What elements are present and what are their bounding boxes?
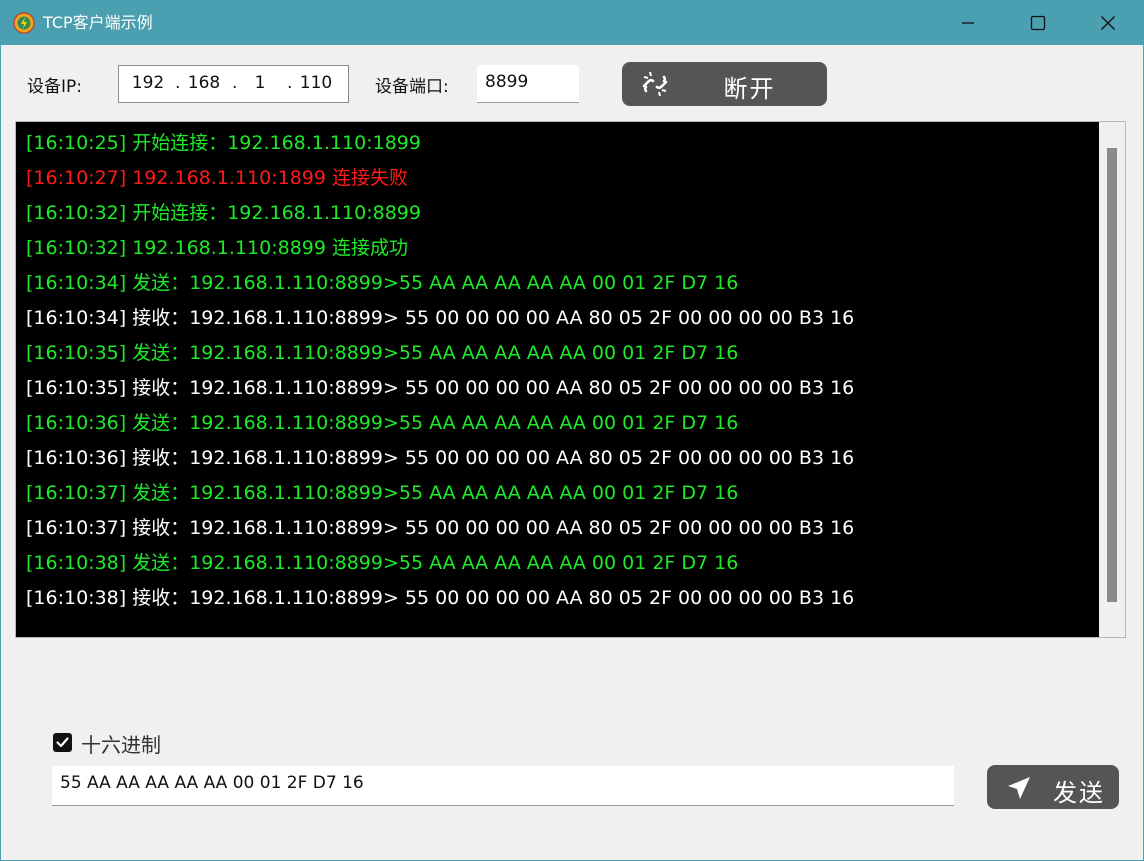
log-line: [16:10:27] 192.168.1.110:1899 连接失败 (26, 167, 408, 189)
send-button[interactable]: 发送 (987, 765, 1119, 809)
port-input[interactable]: 8899 (477, 65, 579, 103)
app-window: TCP客户端示例 设备IP: 192 . 168 . 1 . 110 设备端口:… (0, 0, 1144, 861)
ip-octet-1[interactable]: 192 (126, 73, 170, 93)
scrollbar-thumb[interactable] (1107, 148, 1117, 602)
log-line: [16:10:32] 192.168.1.110:8899 连接成功 (26, 237, 408, 259)
paper-plane-icon (1008, 777, 1030, 799)
disconnect-button[interactable]: 断开 (622, 62, 827, 106)
maximize-button[interactable] (1003, 1, 1073, 45)
window-title: TCP客户端示例 (43, 13, 153, 32)
log-line: [16:10:36] 接收：192.168.1.110:8899> 55 00 … (26, 447, 855, 469)
ip-separator: . (232, 73, 238, 93)
send-data-input[interactable]: 55 AA AA AA AA AA 00 01 2F D7 16 (52, 766, 954, 806)
log-line: [16:10:32] 开始连接：192.168.1.110:8899 (26, 202, 421, 224)
disconnect-label: 断开 (723, 75, 776, 103)
log-line: [16:10:36] 发送：192.168.1.110:8899>55 AA A… (26, 412, 739, 434)
checkmark-icon (56, 737, 69, 748)
hex-checkbox[interactable] (53, 733, 72, 752)
log-scrollbar[interactable] (1099, 122, 1125, 637)
log-line: [16:10:35] 发送：192.168.1.110:8899>55 AA A… (26, 342, 739, 364)
close-icon (1101, 16, 1115, 30)
device-port-label: 设备端口: (375, 77, 449, 97)
device-ip-label: 设备IP: (27, 77, 82, 97)
ip-separator: . (175, 73, 181, 93)
minimize-icon (962, 22, 974, 24)
ip-address-input[interactable]: 192 . 168 . 1 . 110 (118, 65, 349, 103)
log-line: [16:10:38] 接收：192.168.1.110:8899> 55 00 … (26, 587, 855, 609)
log-lines: [16:10:25] 开始连接：192.168.1.110:1899 [16:10… (26, 128, 1095, 618)
log-line: [16:10:34] 接收：192.168.1.110:8899> 55 00 … (26, 307, 855, 329)
minimize-button[interactable] (933, 1, 1003, 45)
log-line: [16:10:25] 开始连接：192.168.1.110:1899 (26, 132, 421, 154)
log-output[interactable]: [16:10:25] 开始连接：192.168.1.110:1899 [16:10… (15, 121, 1126, 638)
hex-checkbox-label[interactable]: 十六进制 (81, 729, 161, 758)
log-line: [16:10:37] 发送：192.168.1.110:8899>55 AA A… (26, 482, 739, 504)
log-line: [16:10:38] 发送：192.168.1.110:8899>55 AA A… (26, 552, 739, 574)
maximize-icon (1030, 15, 1046, 31)
app-logo-icon (13, 12, 35, 34)
log-line: [16:10:37] 接收：192.168.1.110:8899> 55 00 … (26, 517, 855, 539)
ip-octet-2[interactable]: 168 (182, 73, 226, 93)
send-label: 发送 (1053, 779, 1105, 807)
title-bar[interactable]: TCP客户端示例 (1, 1, 1143, 45)
close-button[interactable] (1073, 1, 1143, 45)
ip-separator: . (287, 73, 293, 93)
log-line: [16:10:34] 发送：192.168.1.110:8899>55 AA A… (26, 272, 739, 294)
ip-octet-4[interactable]: 110 (294, 73, 338, 93)
ip-octet-3[interactable]: 1 (238, 73, 282, 93)
log-line: [16:10:35] 接收：192.168.1.110:8899> 55 00 … (26, 377, 855, 399)
